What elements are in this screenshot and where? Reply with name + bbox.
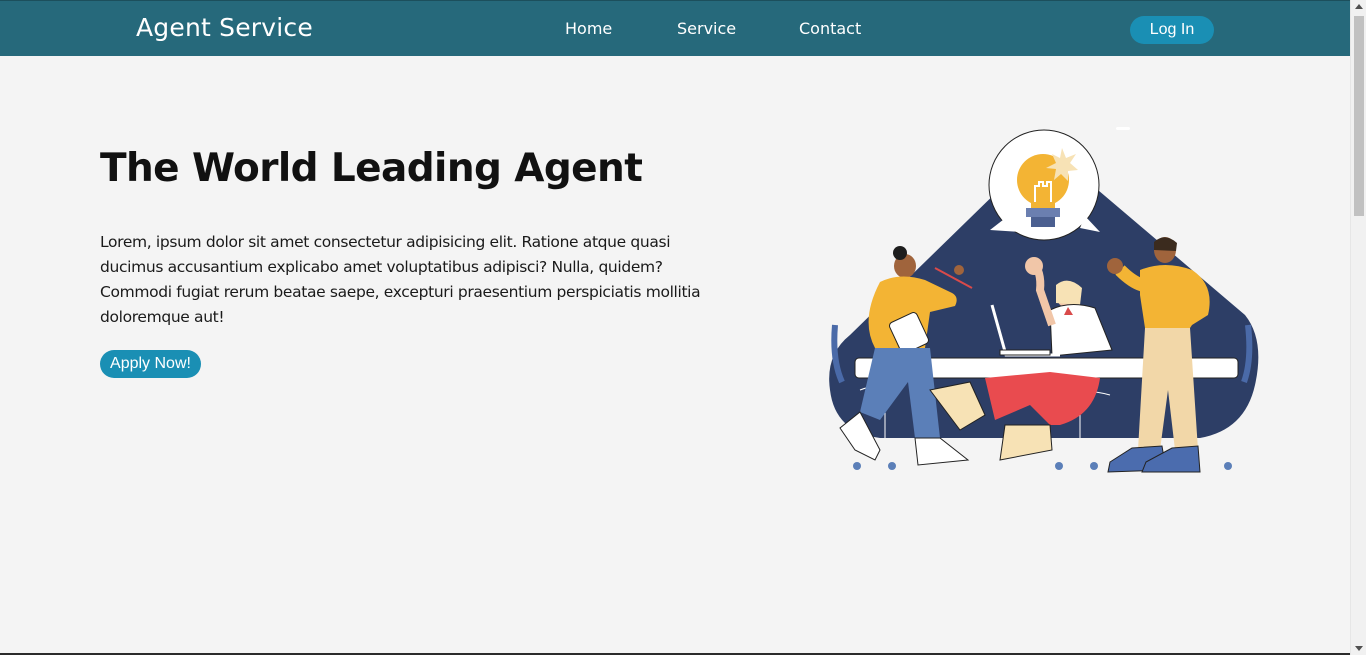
nav-link-service[interactable]: Service (677, 19, 736, 38)
scroll-up-arrow-icon[interactable] (1355, 4, 1363, 9)
nav-link-contact[interactable]: Contact (799, 19, 861, 38)
login-button[interactable]: Log In (1130, 16, 1214, 44)
top-navbar: Agent Service Home Service Contact Log I… (0, 0, 1350, 56)
nav-link-home[interactable]: Home (565, 19, 612, 38)
team-meeting-illustration (829, 127, 1259, 473)
brand-logo[interactable]: Agent Service (136, 13, 313, 42)
vertical-scrollbar[interactable] (1350, 0, 1366, 655)
hero-description: Lorem, ipsum dolor sit amet consectetur … (100, 233, 701, 326)
hero-title: The World Leading Agent (100, 146, 643, 191)
apply-now-button[interactable]: Apply Now! (100, 350, 201, 378)
scroll-down-arrow-icon[interactable] (1355, 646, 1363, 651)
scroll-thumb[interactable] (1354, 16, 1364, 216)
